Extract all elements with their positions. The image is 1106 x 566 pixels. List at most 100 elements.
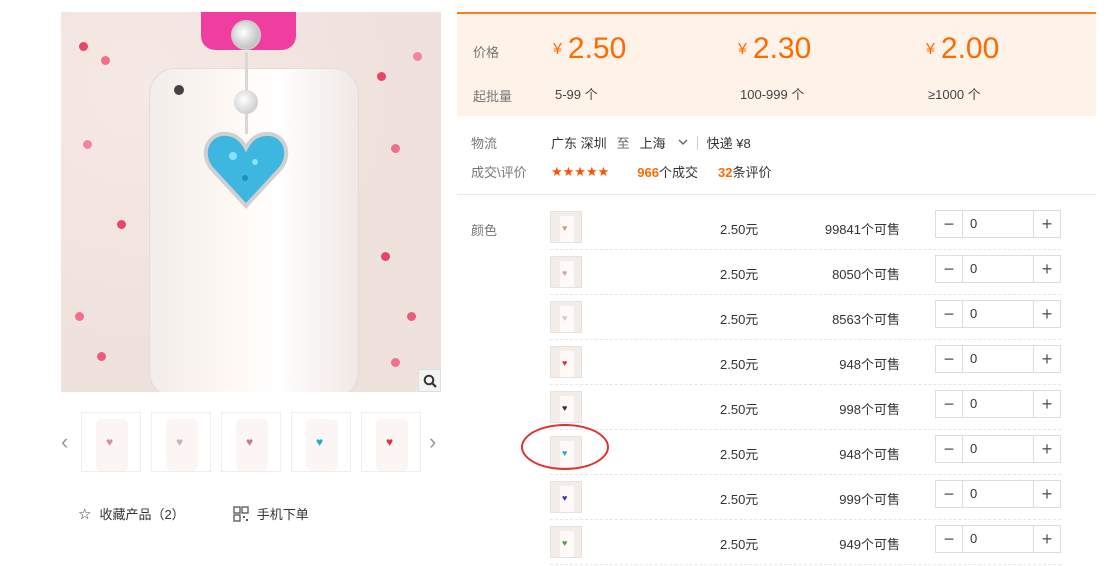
- sku-thumbnail[interactable]: ♥: [550, 391, 582, 423]
- decrease-button[interactable]: −: [936, 526, 963, 552]
- rating-stars: ★★★★★: [551, 163, 610, 179]
- heart-icon: ♥: [562, 358, 568, 368]
- heart-icon: ♥: [386, 435, 394, 449]
- thumbnail-strip: ‹ ♥ ♥ ♥ ♥ ♥ ›: [61, 412, 441, 472]
- mobile-order-link[interactable]: 手机下单: [233, 504, 309, 523]
- review-count-link[interactable]: 32条评价: [718, 162, 771, 181]
- increase-button[interactable]: +: [1033, 481, 1060, 507]
- zoom-button[interactable]: [418, 369, 441, 392]
- increase-button[interactable]: +: [1033, 436, 1060, 462]
- sku-price: 2.50元: [720, 357, 759, 372]
- cherry-decoration: [377, 72, 386, 81]
- quantity-input[interactable]: 0: [963, 391, 1033, 417]
- quantity-input[interactable]: 0: [963, 346, 1033, 372]
- cherry-decoration: [407, 312, 416, 321]
- cherry-decoration: [391, 358, 400, 367]
- decrease-button[interactable]: −: [936, 436, 963, 462]
- quantity-input[interactable]: 0: [963, 256, 1033, 282]
- sku-row: ♥ 2.50元 948个可售 −0 +: [550, 340, 1061, 385]
- sku-thumbnail[interactable]: ♥: [550, 526, 582, 558]
- moq-label: 起批量: [473, 89, 513, 104]
- cherry-decoration: [101, 56, 110, 65]
- destination-select[interactable]: 上海: [640, 133, 688, 152]
- increase-button[interactable]: +: [1033, 301, 1060, 327]
- quantity-input[interactable]: 0: [963, 301, 1033, 327]
- thumbnail[interactable]: ♥: [81, 412, 141, 472]
- heart-icon: ♥: [562, 313, 568, 323]
- quantity-input[interactable]: 0: [963, 211, 1033, 237]
- increase-button[interactable]: +: [1033, 211, 1060, 237]
- sku-stock: 949个可售: [839, 537, 900, 552]
- cherry-decoration: [117, 220, 126, 229]
- tier-price: ¥2.00: [926, 32, 1000, 65]
- quantity-stepper: −0 +: [935, 300, 1061, 328]
- thumbnail[interactable]: ♥: [221, 412, 281, 472]
- deal-count-link[interactable]: 966个成交: [637, 162, 698, 181]
- sku-thumbnail[interactable]: ♥: [550, 256, 582, 288]
- sku-row: ♥ 2.50元 8563个可售 −0 +: [550, 295, 1061, 340]
- sku-stock: 999个可售: [839, 492, 900, 507]
- quantity-stepper: −0 +: [935, 255, 1061, 283]
- thumbnail[interactable]: ♥: [291, 412, 351, 472]
- sku-thumbnail[interactable]: ♥: [550, 301, 582, 333]
- decrease-button[interactable]: −: [936, 346, 963, 372]
- price-label: 价格: [473, 45, 500, 60]
- destination-value: 上海: [639, 136, 666, 151]
- quantity-input[interactable]: 0: [963, 526, 1033, 552]
- favorite-product-link[interactable]: ☆ 收藏产品（2）: [78, 504, 185, 523]
- cherry-decoration: [97, 352, 106, 361]
- phone-back-cover: [149, 68, 359, 392]
- heart-icon: ♥: [562, 493, 568, 503]
- sku-price: 2.50元: [720, 312, 759, 327]
- increase-button[interactable]: +: [1033, 526, 1060, 552]
- sku-price: 2.50元: [720, 402, 759, 417]
- tier-moq: 5-99 个: [555, 87, 598, 102]
- decrease-button[interactable]: −: [936, 256, 963, 282]
- tier-moq: 100-999 个: [740, 87, 805, 102]
- increase-button[interactable]: +: [1033, 256, 1060, 282]
- quantity-stepper: −0 +: [935, 480, 1061, 508]
- blue-heart-charm: [203, 130, 289, 210]
- decrease-button[interactable]: −: [936, 391, 963, 417]
- star-outline-icon: ☆: [78, 505, 92, 523]
- decrease-button[interactable]: −: [936, 301, 963, 327]
- chevron-down-icon: [678, 139, 688, 145]
- thumbnail[interactable]: ♥: [361, 412, 421, 472]
- sku-stock: 8563个可售: [832, 312, 900, 327]
- increase-button[interactable]: +: [1033, 346, 1060, 372]
- thumb-next-arrow[interactable]: ›: [429, 431, 436, 453]
- sku-thumbnail[interactable]: ♥: [550, 211, 582, 243]
- heart-icon: ♥: [562, 403, 568, 413]
- decrease-button[interactable]: −: [936, 481, 963, 507]
- sku-thumbnail[interactable]: ♥: [550, 481, 582, 513]
- heart-icon: ♥: [562, 538, 568, 548]
- quantity-stepper: −0 +: [935, 345, 1061, 373]
- qr-code-icon: [233, 505, 249, 522]
- heart-icon: ♥: [246, 435, 254, 449]
- cherry-decoration: [79, 42, 88, 51]
- cherry-decoration: [75, 312, 84, 321]
- sku-thumbnail[interactable]: ♥: [550, 346, 582, 378]
- heart-icon: ♥: [562, 268, 568, 278]
- sku-price: 2.50元: [720, 492, 759, 507]
- ship-from: 广东 深圳: [551, 136, 607, 151]
- product-main-image[interactable]: [61, 12, 441, 392]
- increase-button[interactable]: +: [1033, 391, 1060, 417]
- gallery-actions: ☆ 收藏产品（2） 手机下单: [78, 504, 309, 523]
- logistics-label: 物流: [471, 136, 498, 151]
- sku-price: 2.50元: [720, 537, 759, 552]
- shipping-fee: 快递 ¥8: [706, 136, 751, 151]
- sku-price: 2.50元: [720, 222, 759, 237]
- deals-label: 成交\评价: [471, 165, 527, 180]
- quantity-stepper: −0 +: [935, 210, 1061, 238]
- thumbnail[interactable]: ♥: [151, 412, 211, 472]
- quantity-input[interactable]: 0: [963, 436, 1033, 462]
- color-label: 颜色: [471, 223, 498, 238]
- cherry-decoration: [413, 52, 422, 61]
- sku-price: 2.50元: [720, 267, 759, 282]
- thumb-prev-arrow[interactable]: ‹: [61, 431, 68, 453]
- heart-icon: ♥: [562, 223, 568, 233]
- quantity-input[interactable]: 0: [963, 481, 1033, 507]
- camera-lens: [174, 85, 184, 95]
- decrease-button[interactable]: −: [936, 211, 963, 237]
